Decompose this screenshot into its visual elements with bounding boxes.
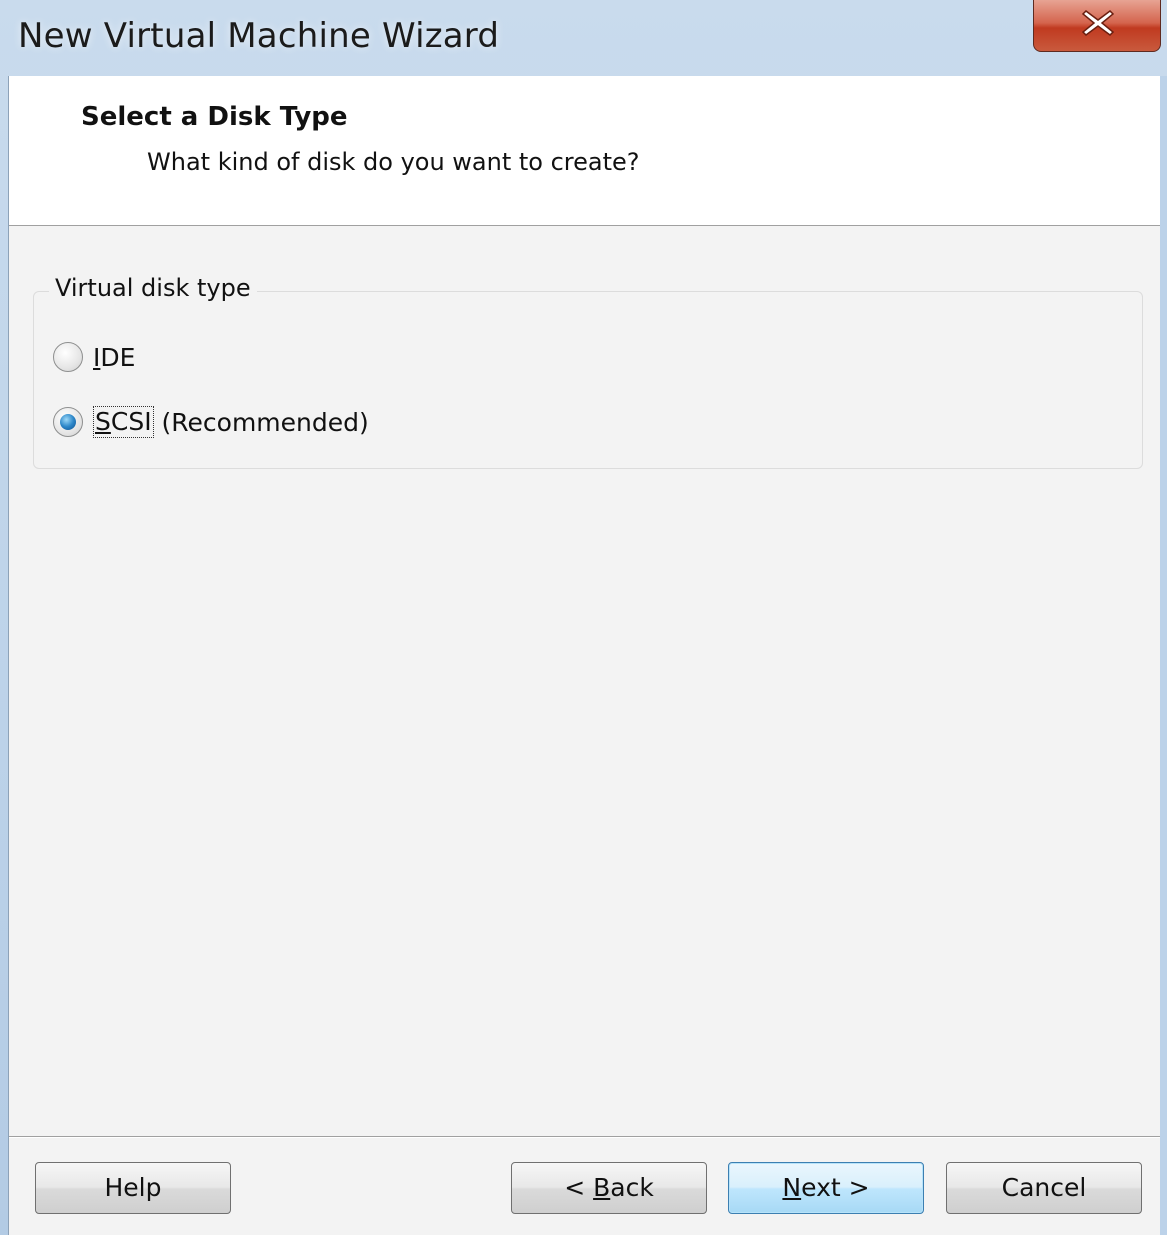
wizard-window: New Virtual Machine Wizard Select a Disk…: [0, 0, 1167, 1235]
disk-type-group-label: Virtual disk type: [49, 274, 257, 302]
window-title: New Virtual Machine Wizard: [18, 16, 500, 56]
footer-separator: [9, 1136, 1167, 1138]
radio-scsi-recommended: (Recommended): [153, 407, 369, 437]
back-mnemonic: B: [593, 1173, 611, 1202]
next-button[interactable]: Next >: [728, 1162, 924, 1214]
radio-ide[interactable]: [53, 342, 83, 372]
back-rest: ack: [610, 1173, 654, 1202]
radio-option-scsi[interactable]: SCSI (Recommended): [53, 406, 369, 438]
close-icon: [1081, 10, 1115, 36]
radio-scsi-label-rest: CSI: [110, 407, 152, 436]
radio-scsi-focus-label: SCSI: [93, 406, 154, 438]
back-button[interactable]: < Back: [511, 1162, 707, 1214]
next-rest: ext >: [801, 1173, 870, 1202]
radio-option-ide[interactable]: IDE: [53, 342, 135, 372]
title-bar[interactable]: New Virtual Machine Wizard: [0, 0, 1167, 76]
disk-type-groupbox: [33, 291, 1143, 469]
back-prefix: <: [564, 1173, 594, 1202]
page-subtitle: What kind of disk do you want to create?: [147, 148, 640, 176]
radio-ide-label-rest: DE: [100, 342, 136, 372]
page-title: Select a Disk Type: [81, 102, 348, 132]
mnemonic-s: S: [95, 407, 111, 436]
wizard-client-area: Select a Disk Type What kind of disk do …: [8, 76, 1167, 1235]
radio-ide-label: IDE: [93, 343, 135, 372]
radio-scsi[interactable]: [53, 407, 83, 437]
window-frame-right: [1160, 76, 1167, 1235]
wizard-header: Select a Disk Type What kind of disk do …: [9, 76, 1167, 226]
close-button[interactable]: [1033, 0, 1161, 52]
next-mnemonic: N: [782, 1173, 802, 1202]
help-button[interactable]: Help: [35, 1162, 231, 1214]
cancel-button[interactable]: Cancel: [946, 1162, 1142, 1214]
